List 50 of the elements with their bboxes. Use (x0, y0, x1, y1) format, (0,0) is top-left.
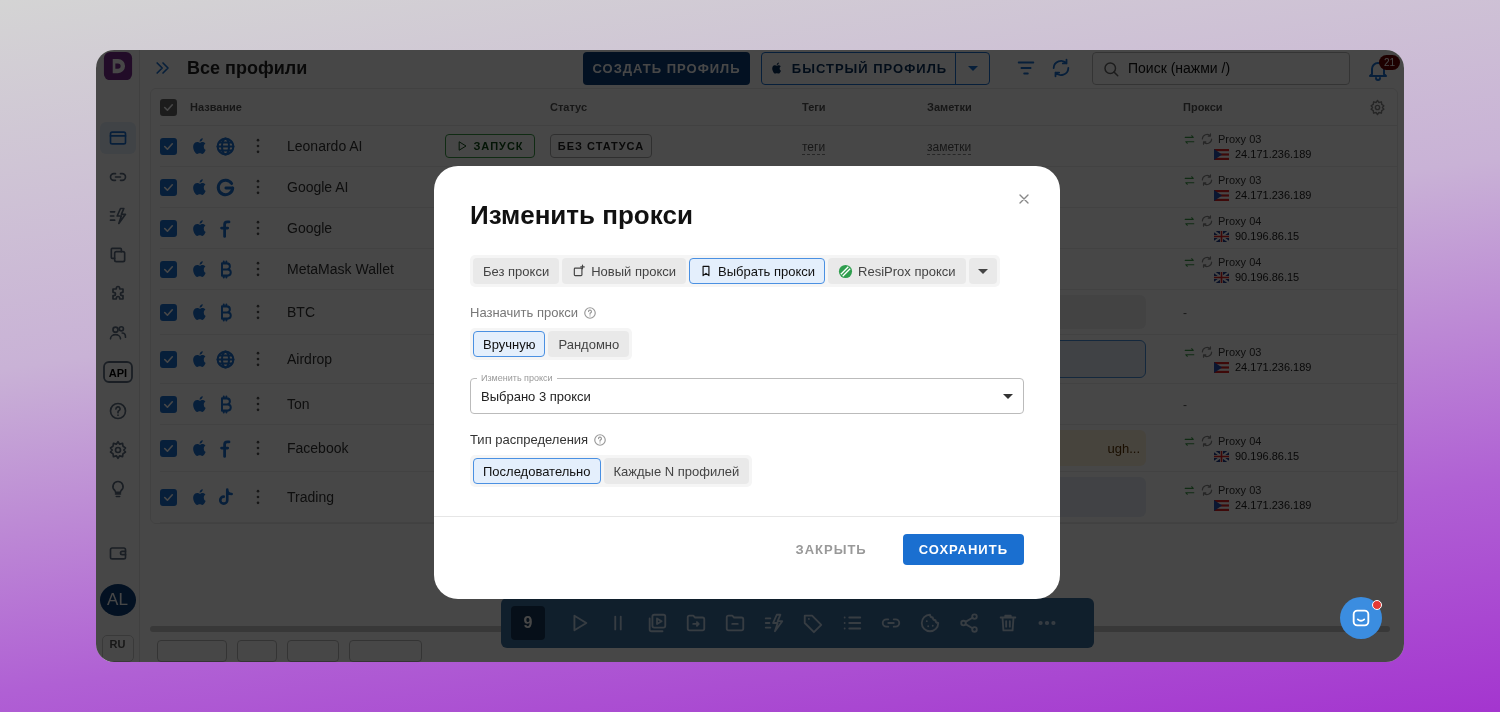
caret-icon (1003, 393, 1013, 399)
dropdown-button[interactable] (968, 258, 997, 284)
profile-name: Airdrop (287, 351, 334, 367)
proxy-name: Proxy 03 (1218, 133, 1262, 145)
option-tab[interactable]: Каждые N профилей (603, 458, 750, 484)
option-tab[interactable]: Выбрать прокси (689, 258, 826, 284)
help-icon (593, 432, 608, 447)
proxy-ip: 90.196.86.15 (1235, 271, 1300, 283)
page-title: Все профили (187, 57, 308, 79)
proxy-ip: 24.171.236.189 (1235, 189, 1312, 201)
field-label: Назначить прокси (470, 305, 579, 320)
profile-name: Google AI (287, 179, 350, 195)
profile-name: MetaMask Wallet (287, 261, 395, 277)
dialog-title: Изменить прокси (470, 199, 694, 232)
proxy-ip: 24.171.236.189 (1235, 148, 1312, 160)
option-tab[interactable]: Новый прокси (562, 258, 686, 284)
proxy-name: Proxy 03 (1218, 174, 1262, 186)
option-tab[interactable]: Рандомно (548, 331, 630, 357)
option-tab[interactable]: ResiProx прокси (828, 258, 966, 284)
profile-name: Google (287, 220, 334, 236)
proxy-ip: 24.171.236.189 (1235, 499, 1312, 511)
unread-dot (1372, 600, 1382, 610)
chat-icon (1350, 607, 1372, 629)
profile-name: Ton (287, 396, 311, 412)
profile-name: Trading (287, 489, 335, 505)
proxy-ip: 24.171.236.189 (1235, 361, 1312, 373)
help-icon (583, 305, 598, 320)
bookmark-icon (699, 264, 713, 278)
proxy-name: Proxy 03 (1218, 484, 1262, 496)
profile-name: BTC (287, 304, 316, 320)
caret-icon (977, 268, 988, 274)
proxy-ip: 90.196.86.15 (1235, 230, 1300, 242)
option-tab[interactable]: Последовательно (473, 458, 601, 484)
profile-name: Facebook (287, 440, 350, 456)
proxy-empty: - (1182, 398, 1187, 412)
save-button[interactable]: СОХРАНИТЬ (902, 534, 1024, 565)
field-label: Тип распределения (470, 432, 589, 447)
proxy-name: Proxy 04 (1218, 256, 1262, 268)
proxy-name: Proxy 04 (1218, 215, 1262, 227)
option-tab[interactable]: Без прокси (473, 258, 560, 284)
proxy-ip: 90.196.86.15 (1235, 450, 1300, 462)
floating-label: Изменить прокси (477, 373, 557, 383)
select-value: Выбрано 3 прокси (481, 388, 591, 404)
new-item-icon (572, 264, 587, 278)
proxy-name: Proxy 03 (1218, 346, 1262, 358)
option-tab[interactable]: Вручную (473, 331, 546, 357)
proxy-empty: - (1182, 306, 1187, 320)
note-text: ugh... (1107, 440, 1140, 456)
profile-name: Leonardo AI (287, 138, 364, 154)
proxy-name: Proxy 04 (1218, 435, 1262, 447)
